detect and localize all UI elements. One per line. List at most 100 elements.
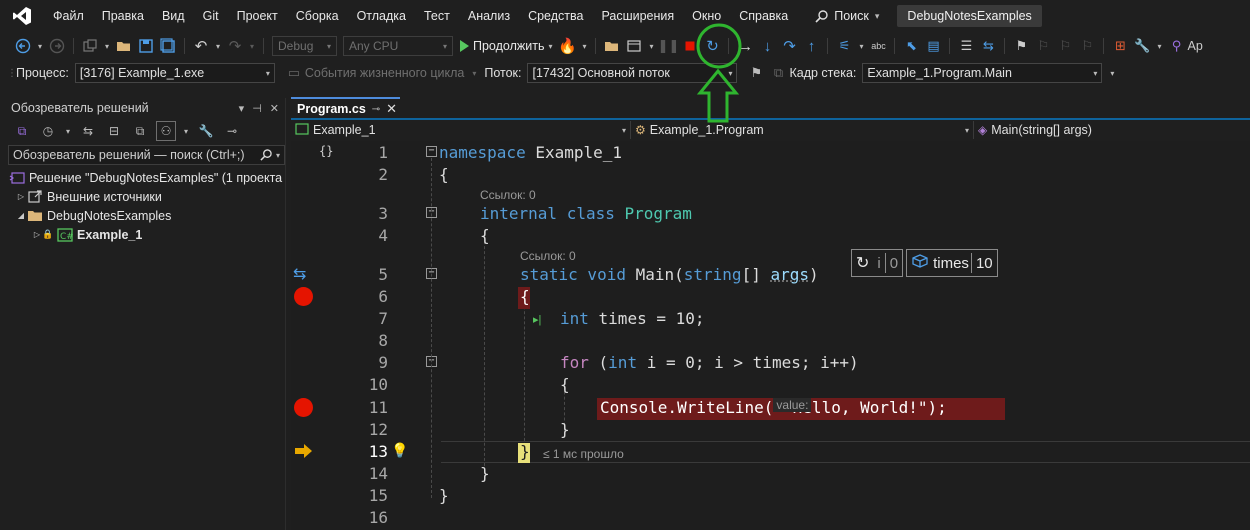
flag-thread-icon[interactable]: ⚑ <box>746 63 766 83</box>
stop-debugging-icon[interactable] <box>680 36 700 56</box>
lifecycle-events-label[interactable]: События жизненного цикла <box>305 66 464 80</box>
sync-icon[interactable]: ⇆ <box>78 121 98 141</box>
history-icon[interactable]: ◷ <box>38 121 58 141</box>
chevron-down-icon[interactable]: ▾ <box>1154 36 1164 56</box>
window-layout-icon[interactable] <box>624 36 644 56</box>
step-over-icon[interactable]: ↷ <box>779 36 799 56</box>
restart-icon[interactable]: ↻ <box>702 36 722 56</box>
platform-select[interactable]: Any CPU ▾ <box>343 36 453 56</box>
menu-window[interactable]: Окно <box>683 0 730 32</box>
chevron-down-icon[interactable]: ▾ <box>64 121 72 141</box>
expand-arrow-icon[interactable]: ▷ <box>31 230 43 239</box>
bookmark-icon[interactable]: ⚑ <box>1011 36 1031 56</box>
threads-icon[interactable]: ⧉ <box>768 63 788 83</box>
lifecycle-events-icon[interactable]: ▭ <box>284 63 304 83</box>
open-folder-icon[interactable] <box>114 36 134 56</box>
close-icon[interactable]: ✕ <box>386 101 397 117</box>
member-nav-select[interactable]: ◈ Main(string[] args) <box>974 121 1244 139</box>
chevron-down-icon[interactable]: ▾ <box>1110 69 1114 78</box>
select-element-icon[interactable]: ⬉ <box>901 36 921 56</box>
breakpoint-icon[interactable] <box>294 287 313 306</box>
step-out-icon[interactable]: ↑ <box>801 36 821 56</box>
menu-help[interactable]: Справка <box>730 0 797 32</box>
switch-views-icon[interactable]: ⧉ <box>12 121 32 141</box>
show-all-files-icon[interactable]: ⧉ <box>130 121 150 141</box>
diagnostic-icon[interactable]: ⚟ <box>834 36 854 56</box>
search-button[interactable]: Поиск ▾ <box>807 5 887 27</box>
stack-frame-select[interactable]: Example_1.Program.Main ▾ <box>862 63 1103 83</box>
chevron-down-icon[interactable]: ▾ <box>856 36 866 56</box>
pin-icon[interactable]: ⊣ <box>252 102 262 115</box>
collapse-arrow-icon[interactable]: ◢ <box>15 211 27 220</box>
tree-item-folder[interactable]: ◢ DebugNotesExamples <box>5 206 285 225</box>
save-all-icon[interactable] <box>158 36 178 56</box>
uncomment-icon[interactable]: ⇆ <box>978 36 998 56</box>
breakpoint-function-icon[interactable]: ⇆ <box>293 264 306 284</box>
clear-bookmarks-icon[interactable]: ⚐ <box>1077 36 1097 56</box>
collapse-icon[interactable]: − <box>426 146 437 157</box>
references-lens[interactable]: Ссылок: 0 <box>520 249 576 263</box>
tree-item-solution[interactable]: Решение "DebugNotesExamples" (1 проекта <box>5 168 285 187</box>
project-nav-select[interactable]: Example_1 ▾ <box>291 121 631 139</box>
undo-icon[interactable]: ↶ <box>191 36 211 56</box>
window-position-icon[interactable]: ▾ <box>239 102 245 115</box>
toggle-pane-icon[interactable]: ▤ <box>923 36 943 56</box>
menu-debug[interactable]: Отладка <box>348 0 415 32</box>
pin-icon[interactable]: ⊸ <box>372 104 380 115</box>
visual-studio-logo-icon[interactable] <box>0 0 44 32</box>
copilot-icon[interactable]: ⚲ <box>1166 36 1186 56</box>
menu-extensions[interactable]: Расширения <box>592 0 683 32</box>
menu-project[interactable]: Проект <box>228 0 287 32</box>
comment-icon[interactable]: ☰ <box>956 36 976 56</box>
references-lens[interactable]: Ссылок: 0 <box>480 188 536 202</box>
menu-test[interactable]: Тест <box>415 0 459 32</box>
hot-reload-icon[interactable]: 🔥 <box>557 36 577 56</box>
class-nav-select[interactable]: ⚙ Example_1.Program ▾ <box>631 121 974 139</box>
next-bookmark-icon[interactable]: ⚐ <box>1055 36 1075 56</box>
expand-arrow-icon[interactable]: ▷ <box>15 192 27 201</box>
menu-git[interactable]: Git <box>194 0 228 32</box>
tree-item-external-sources[interactable]: ▷ Внешние источники <box>5 187 285 206</box>
show-next-statement-icon[interactable]: → <box>735 36 755 56</box>
breakpoint-icon[interactable] <box>294 398 313 417</box>
folder-view-icon[interactable] <box>602 36 622 56</box>
chevron-down-icon[interactable]: ▾ <box>102 36 112 56</box>
solution-search-input[interactable]: Обозреватель решений — поиск (Ctrl+;) ▾ <box>8 145 285 165</box>
thread-select[interactable]: [17432] Основной поток ▾ <box>527 63 738 83</box>
back-icon[interactable] <box>13 36 33 56</box>
chevron-down-icon[interactable]: ▾ <box>35 36 45 56</box>
break-all-icon[interactable]: ❚❚ <box>658 36 680 56</box>
prev-bookmark-icon[interactable]: ⚐ <box>1033 36 1053 56</box>
chevron-down-icon[interactable]: ▾ <box>247 36 257 56</box>
code-editor[interactable]: {} 1 2 3 4 5 6 7 8 9 10 11 12 13 14 15 1… <box>291 141 1250 530</box>
toolbar-trailing-label[interactable]: Ар <box>1187 39 1202 53</box>
forward-icon[interactable] <box>47 36 67 56</box>
chevron-down-icon[interactable]: ▾ <box>579 36 589 56</box>
menu-analyze[interactable]: Анализ <box>459 0 519 32</box>
tab-program-cs[interactable]: Program.cs ⊸ ✕ <box>291 97 400 119</box>
chevron-down-icon[interactable]: ▾ <box>213 36 223 56</box>
refresh-icon[interactable]: ↻ <box>852 253 873 273</box>
menu-build[interactable]: Сборка <box>287 0 348 32</box>
properties-icon[interactable]: 🔧 <box>196 121 216 141</box>
chevron-down-icon[interactable]: ▾ <box>646 36 656 56</box>
configuration-select[interactable]: Debug ▾ <box>272 36 337 56</box>
datatip-times[interactable]: times 10 <box>906 249 998 277</box>
process-select[interactable]: [3176] Example_1.exe ▾ <box>74 63 275 83</box>
toolbox-icon[interactable]: ⊞ <box>1110 36 1130 56</box>
collapse-all-icon[interactable]: ⊟ <box>104 121 124 141</box>
pending-changes-filter-icon[interactable]: ⚇ <box>156 121 176 141</box>
spell-check-icon[interactable]: abc <box>868 36 888 56</box>
tree-item-project[interactable]: ▷ 🔒 C# Example_1 <box>5 225 285 244</box>
lightbulb-icon[interactable]: 💡 <box>391 442 408 459</box>
breakpoint-margin[interactable] <box>291 141 319 530</box>
datatip-i[interactable]: ↻ i 0 <box>851 249 904 277</box>
save-icon[interactable] <box>136 36 156 56</box>
menu-view[interactable]: Вид <box>153 0 194 32</box>
wrench-icon[interactable]: 🔧 <box>1132 36 1152 56</box>
chevron-down-icon[interactable]: ▾ <box>182 121 190 141</box>
menu-file[interactable]: Файл <box>44 0 93 32</box>
continue-button[interactable]: Продолжить ▾ <box>456 36 556 56</box>
step-into-icon[interactable]: ↓ <box>757 36 777 56</box>
close-icon[interactable]: ✕ <box>270 102 279 115</box>
